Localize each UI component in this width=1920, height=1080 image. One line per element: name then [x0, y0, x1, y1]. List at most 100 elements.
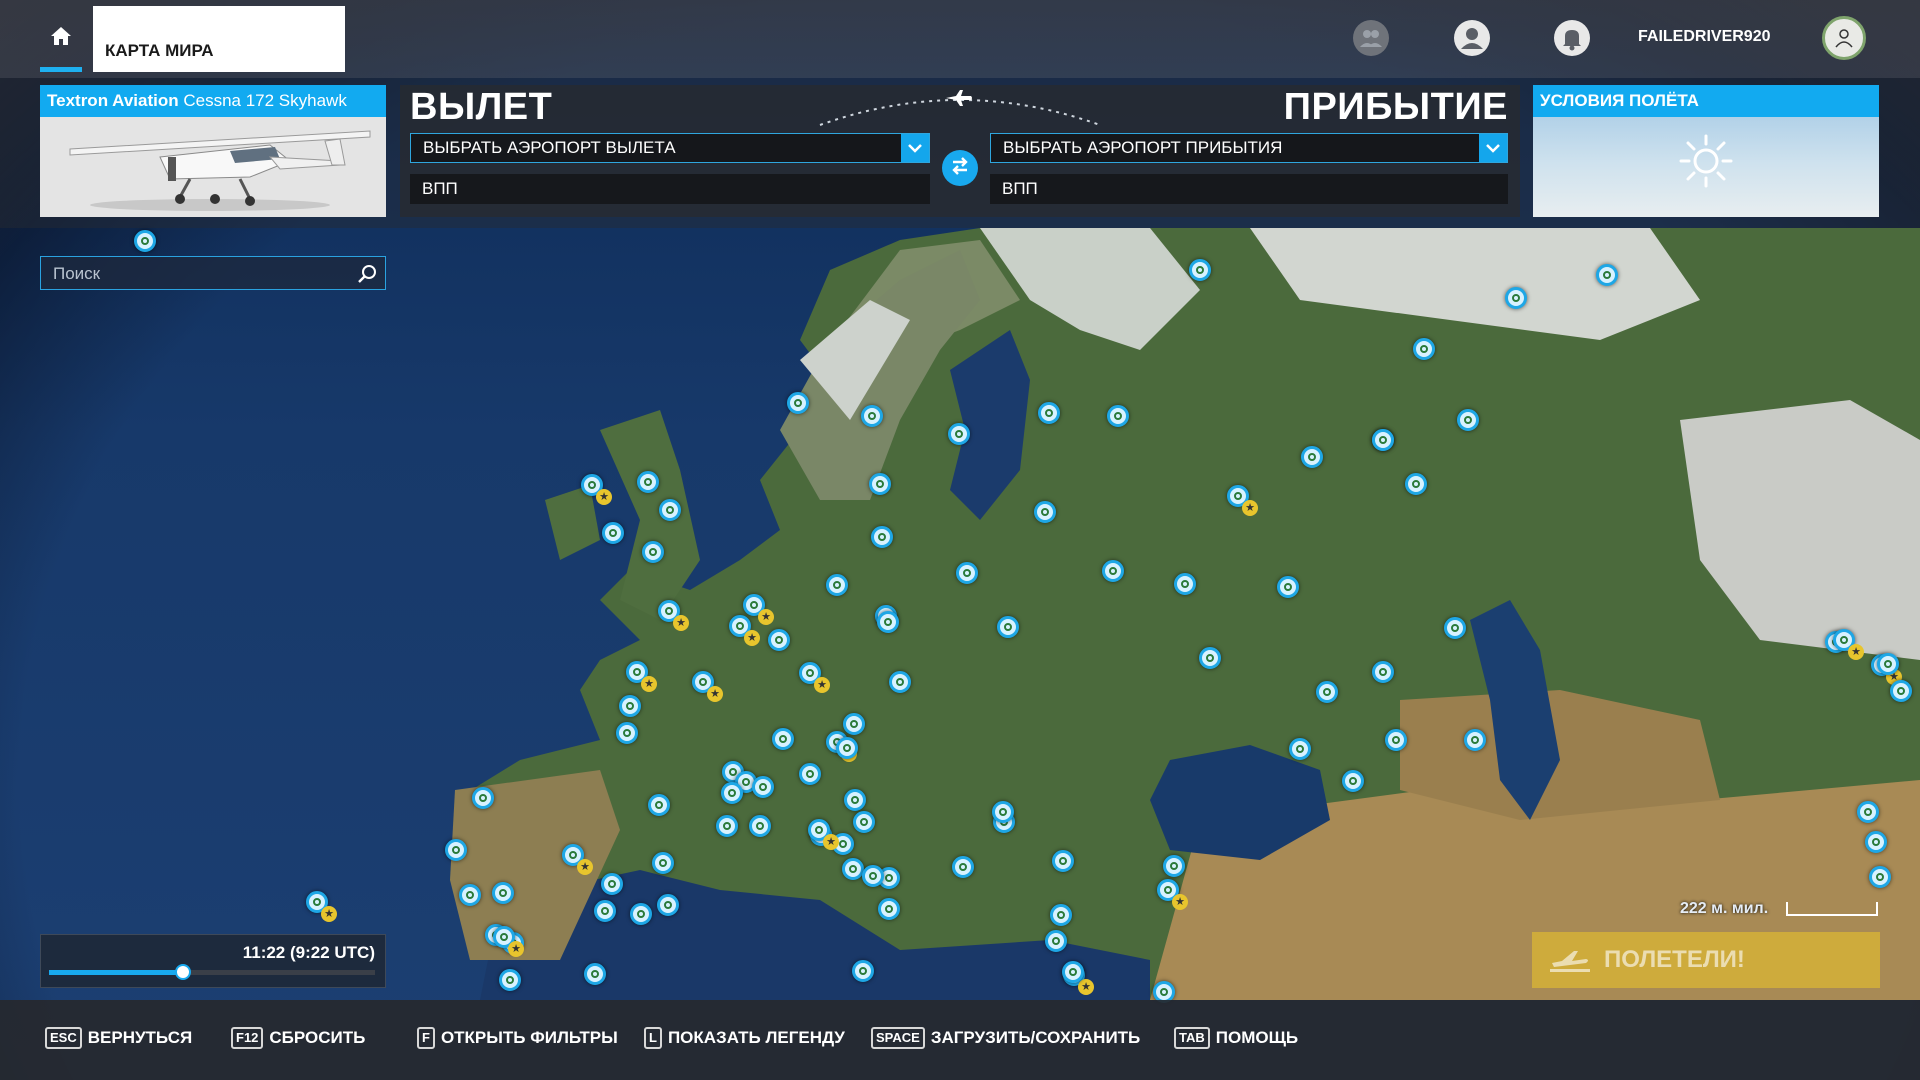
search-icon[interactable]: [357, 263, 379, 285]
airport-marker[interactable]: [871, 526, 893, 548]
airport-marker[interactable]: [743, 594, 774, 625]
airport-marker[interactable]: [1444, 617, 1466, 639]
time-slider[interactable]: [49, 964, 375, 980]
airport-marker[interactable]: [1405, 473, 1427, 495]
airport-marker[interactable]: [594, 900, 616, 922]
airport-marker[interactable]: [1034, 501, 1056, 523]
airport-marker[interactable]: [1062, 961, 1084, 983]
airport-marker[interactable]: [1174, 573, 1196, 595]
airport-marker[interactable]: [852, 960, 874, 982]
airport-marker[interactable]: [601, 873, 623, 895]
arrival-airport-select[interactable]: ВЫБРАТЬ АЭРОПОРТ ПРИБЫТИЯ: [990, 133, 1508, 163]
airport-marker[interactable]: [721, 782, 743, 804]
airport-marker[interactable]: [1464, 729, 1486, 751]
airport-marker[interactable]: [1163, 855, 1185, 877]
airport-marker[interactable]: [749, 815, 771, 837]
airport-marker[interactable]: [1316, 681, 1338, 703]
airport-marker[interactable]: [1052, 850, 1074, 872]
airport-marker[interactable]: [652, 852, 674, 874]
airport-marker[interactable]: [1596, 264, 1618, 286]
airport-marker[interactable]: [1289, 738, 1311, 760]
airport-marker[interactable]: [799, 662, 830, 693]
airport-marker[interactable]: [1199, 647, 1221, 669]
airport-marker[interactable]: [657, 894, 679, 916]
airport-marker[interactable]: [1050, 904, 1072, 926]
airport-marker[interactable]: [997, 616, 1019, 638]
airport-marker[interactable]: [826, 574, 848, 596]
airport-marker[interactable]: [658, 600, 689, 631]
airport-marker[interactable]: [692, 671, 723, 702]
airport-marker[interactable]: [1038, 402, 1060, 424]
airport-marker[interactable]: [1413, 338, 1435, 360]
airport-marker[interactable]: [1301, 446, 1323, 468]
airport-marker[interactable]: [445, 839, 467, 861]
airport-marker[interactable]: [1157, 879, 1188, 910]
airport-marker[interactable]: [1372, 429, 1394, 451]
airport-marker[interactable]: [659, 499, 681, 521]
departure-runway-select[interactable]: ВПП: [410, 174, 930, 204]
airport-marker[interactable]: [1107, 405, 1129, 427]
profile-icon[interactable]: [1453, 19, 1491, 57]
airport-marker[interactable]: [1385, 729, 1407, 751]
airport-marker[interactable]: [584, 963, 606, 985]
airport-marker[interactable]: [630, 903, 652, 925]
airport-marker[interactable]: [889, 671, 911, 693]
swap-airports-button[interactable]: [942, 150, 978, 186]
airport-marker[interactable]: [1372, 661, 1394, 683]
airport-marker[interactable]: [861, 405, 883, 427]
airport-marker[interactable]: [1045, 930, 1067, 952]
airport-marker[interactable]: [799, 763, 821, 785]
airport-marker[interactable]: [619, 695, 641, 717]
airport-marker[interactable]: [877, 611, 899, 633]
username[interactable]: FAILEDRIVER920: [1638, 28, 1770, 46]
airport-marker[interactable]: [842, 858, 864, 880]
airport-marker[interactable]: [581, 474, 612, 505]
airport-marker[interactable]: [843, 713, 865, 735]
tab-world-map[interactable]: КАРТА МИРА: [93, 6, 345, 72]
arrival-runway-select[interactable]: ВПП: [990, 174, 1508, 204]
airport-marker[interactable]: [787, 392, 809, 414]
airport-marker[interactable]: [1865, 831, 1887, 853]
airport-marker[interactable]: [836, 737, 858, 759]
airport-marker[interactable]: [1227, 485, 1258, 516]
airport-marker[interactable]: [956, 562, 978, 584]
airport-marker[interactable]: [1505, 287, 1527, 309]
aircraft-selection-card[interactable]: Textron Aviation Cessna 172 Skyhawk: [40, 85, 386, 217]
airport-marker[interactable]: [616, 722, 638, 744]
time-slider-handle[interactable]: [174, 964, 191, 980]
back-hint[interactable]: ESC ВЕРНУТЬСЯ: [45, 1027, 192, 1049]
airport-marker[interactable]: [499, 969, 521, 991]
airport-marker[interactable]: [1189, 259, 1211, 281]
airport-marker[interactable]: [626, 661, 657, 692]
help-hint[interactable]: TAB ПОМОЩЬ: [1174, 1027, 1298, 1049]
airport-marker[interactable]: [459, 884, 481, 906]
airport-marker[interactable]: [306, 891, 337, 922]
airport-marker[interactable]: [1102, 560, 1124, 582]
airport-marker[interactable]: [1457, 409, 1479, 431]
group-icon[interactable]: [1352, 19, 1390, 57]
airport-marker[interactable]: [952, 856, 974, 878]
airport-marker[interactable]: [1833, 629, 1864, 660]
airport-marker[interactable]: [772, 728, 794, 750]
fly-button[interactable]: ПОЛЕТЕЛИ!: [1532, 932, 1880, 988]
airport-marker[interactable]: [1277, 576, 1299, 598]
load-save-hint[interactable]: SPACE ЗАГРУЗИТЬ/СОХРАНИТЬ: [871, 1027, 1140, 1049]
airport-marker[interactable]: [752, 776, 774, 798]
departure-airport-select[interactable]: ВЫБРАТЬ АЭРОПОРТ ВЫЛЕТА: [410, 133, 930, 163]
search-input[interactable]: [41, 257, 355, 291]
open-filters-hint[interactable]: F ОТКРЫТЬ ФИЛЬТРЫ: [417, 1027, 618, 1049]
airport-marker[interactable]: [853, 811, 875, 833]
airport-marker[interactable]: [862, 865, 884, 887]
airport-marker[interactable]: [768, 629, 790, 651]
airport-marker[interactable]: [637, 471, 659, 493]
airport-marker[interactable]: [948, 423, 970, 445]
airport-marker[interactable]: [493, 926, 524, 957]
airport-marker[interactable]: [562, 844, 593, 875]
airport-marker[interactable]: [602, 522, 624, 544]
reset-hint[interactable]: F12 СБРОСИТЬ: [231, 1027, 365, 1049]
airport-marker[interactable]: [642, 541, 664, 563]
airport-marker[interactable]: [844, 789, 866, 811]
airport-marker[interactable]: [1877, 653, 1899, 675]
airport-marker[interactable]: [808, 819, 839, 850]
flight-conditions-card[interactable]: УСЛОВИЯ ПОЛЁТА: [1533, 85, 1879, 217]
